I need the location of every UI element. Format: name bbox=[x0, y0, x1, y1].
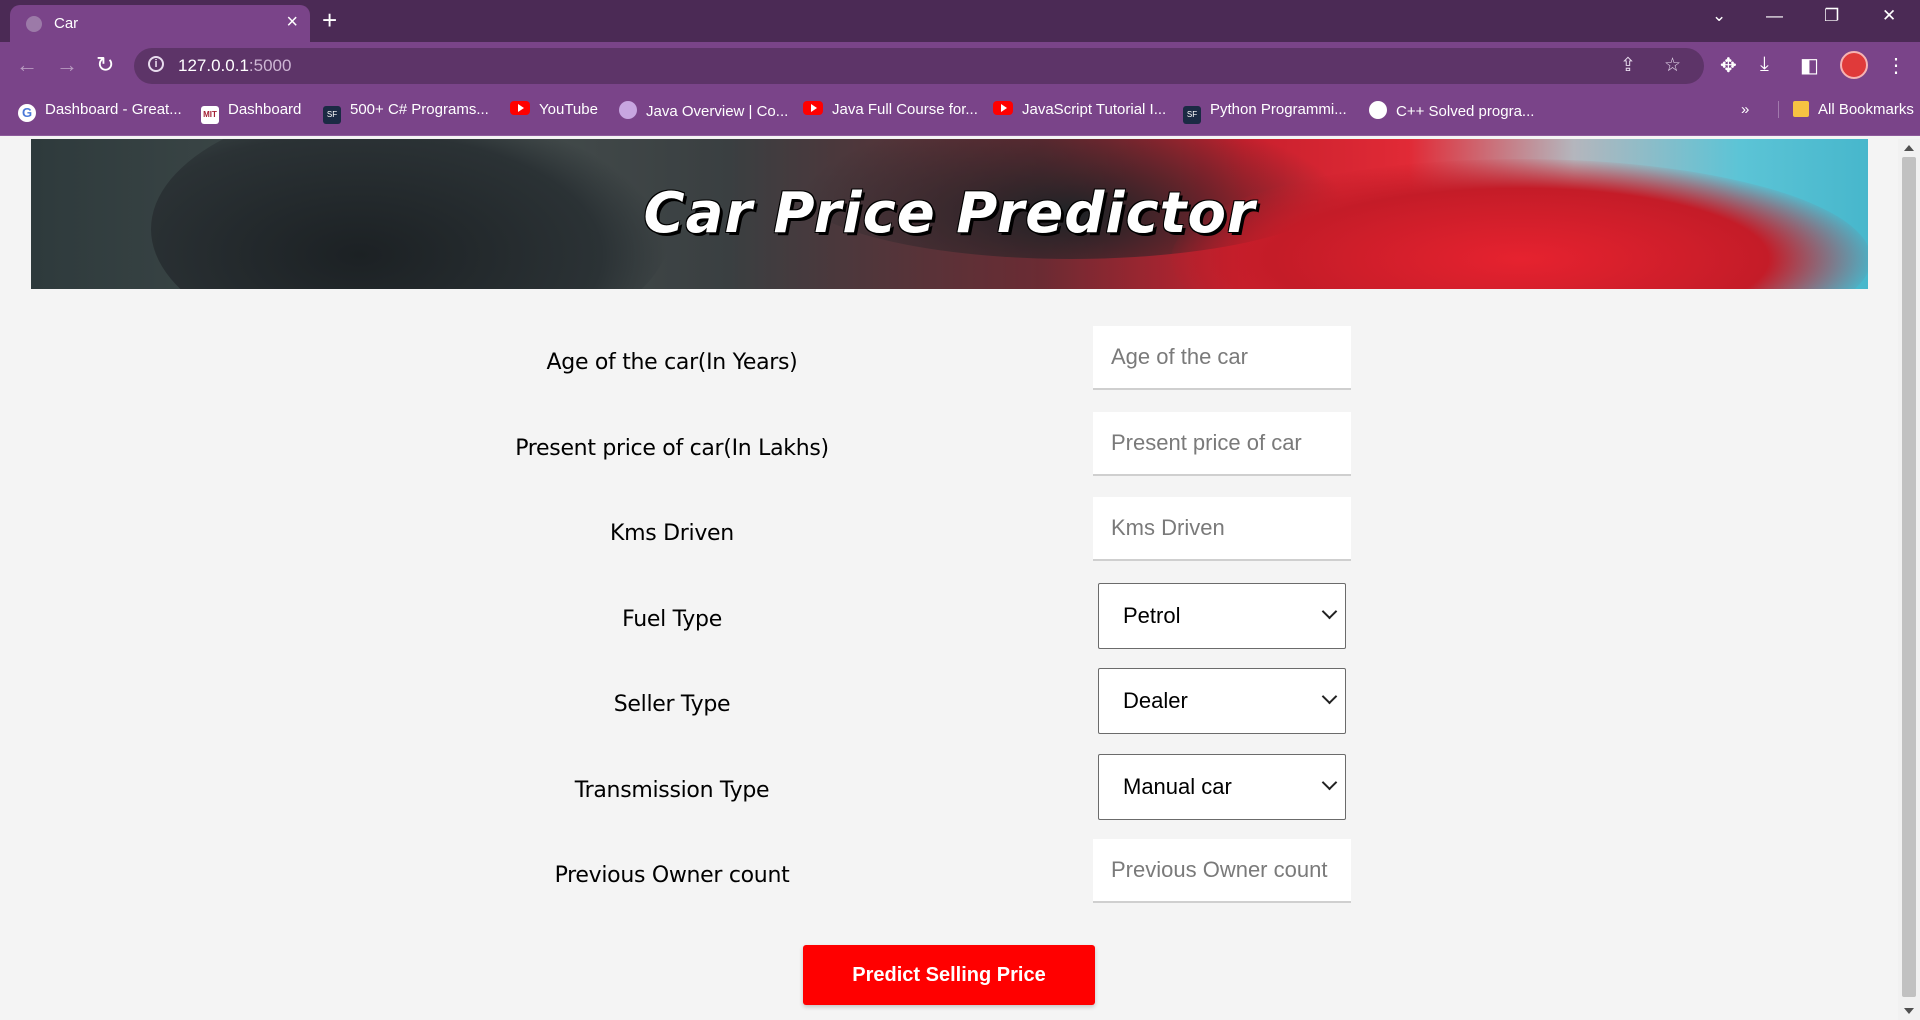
seller-type-value: Dealer bbox=[1123, 688, 1188, 713]
restore-icon[interactable]: ❐ bbox=[1824, 6, 1839, 26]
extensions-icon[interactable]: ✥ bbox=[1720, 53, 1737, 78]
bookmark-item[interactable]: YouTube bbox=[510, 101, 598, 118]
present-price-label: Present price of car(In Lakhs) bbox=[515, 436, 829, 461]
hero-banner: Car Price Predictor bbox=[31, 139, 1868, 289]
bookmark-star-icon[interactable]: ☆ bbox=[1664, 54, 1681, 77]
bookmark-item[interactable]: SF 500+ C# Programs... bbox=[323, 101, 489, 124]
bookmark-item[interactable]: Java Full Course for... bbox=[803, 101, 978, 118]
bookmark-item[interactable]: G Dashboard - Great... bbox=[18, 101, 182, 122]
seller-type-select[interactable]: Dealer bbox=[1098, 668, 1346, 734]
side-panel-icon[interactable]: ◧ bbox=[1800, 53, 1819, 78]
menu-icon[interactable]: ⋮ bbox=[1886, 53, 1906, 78]
chevron-down-icon bbox=[1321, 688, 1338, 705]
youtube-icon bbox=[993, 101, 1013, 115]
forward-icon[interactable]: → bbox=[56, 54, 78, 76]
browser-tab[interactable]: Car × bbox=[10, 5, 310, 42]
bookmark-item[interactable]: Java Overview | Co... bbox=[619, 101, 788, 120]
address-bar[interactable]: i 127.0.0.1:5000 ⇪ ☆ bbox=[134, 48, 1704, 84]
scroll-up-icon[interactable] bbox=[1904, 145, 1914, 151]
google-icon: G bbox=[18, 104, 36, 122]
predict-button[interactable]: Predict Selling Price bbox=[803, 945, 1095, 1005]
youtube-icon bbox=[510, 101, 530, 115]
minimize-icon[interactable]: — bbox=[1766, 6, 1783, 26]
tab-favicon-icon bbox=[26, 16, 42, 32]
new-tab-button[interactable]: + bbox=[322, 5, 337, 35]
transmission-type-label: Transmission Type bbox=[574, 778, 770, 803]
globe-icon bbox=[1369, 101, 1387, 119]
mit-icon: MIT bbox=[201, 106, 219, 124]
chevron-down-icon bbox=[1321, 603, 1338, 620]
bookmarks-bar: G Dashboard - Great... MIT Dashboard SF 500… bbox=[0, 90, 1920, 136]
age-input[interactable] bbox=[1093, 326, 1351, 390]
present-price-input[interactable] bbox=[1093, 412, 1351, 476]
kms-driven-label: Kms Driven bbox=[610, 521, 734, 546]
download-icon[interactable]: ⤓ bbox=[1760, 53, 1769, 76]
back-icon[interactable]: ← bbox=[16, 54, 38, 76]
bookmark-item[interactable]: JavaScript Tutorial I... bbox=[993, 101, 1166, 118]
site-info-icon[interactable]: i bbox=[148, 56, 164, 72]
sf-icon: SF bbox=[323, 106, 341, 124]
profile-avatar[interactable] bbox=[1840, 51, 1868, 79]
scrollbar-thumb[interactable] bbox=[1902, 157, 1916, 997]
browser-toolbar: ← → ↻ i 127.0.0.1:5000 ⇪ ☆ ✥ ⤓ ◧ ⋮ bbox=[0, 42, 1920, 90]
bookmarks-overflow-icon[interactable]: » bbox=[1741, 101, 1749, 118]
age-label: Age of the car(In Years) bbox=[546, 350, 798, 375]
bookmark-item[interactable]: SF Python Programmi... bbox=[1183, 101, 1347, 124]
transmission-type-value: Manual car bbox=[1123, 774, 1232, 799]
seller-type-label: Seller Type bbox=[613, 692, 731, 717]
reload-icon[interactable]: ↻ bbox=[96, 54, 114, 76]
chevron-down-icon bbox=[1321, 774, 1338, 791]
fuel-type-label: Fuel Type bbox=[622, 607, 722, 632]
tab-search-icon[interactable]: ⌄ bbox=[1712, 6, 1726, 26]
share-icon[interactable]: ⇪ bbox=[1620, 54, 1636, 77]
owner-count-input[interactable] bbox=[1093, 839, 1351, 903]
fuel-type-select[interactable]: Petrol bbox=[1098, 583, 1346, 649]
transmission-type-select[interactable]: Manual car bbox=[1098, 754, 1346, 820]
url-text[interactable]: 127.0.0.1:5000 bbox=[178, 56, 291, 76]
fuel-type-value: Petrol bbox=[1123, 603, 1181, 628]
kms-driven-input[interactable] bbox=[1093, 497, 1351, 561]
page-scrollbar[interactable] bbox=[1898, 139, 1920, 1020]
tab-close-icon[interactable]: × bbox=[286, 12, 298, 32]
youtube-icon bbox=[803, 101, 823, 115]
folder-icon bbox=[1793, 101, 1809, 117]
bookmark-item[interactable]: C++ Solved progra... bbox=[1369, 101, 1534, 120]
all-bookmarks[interactable]: All Bookmarks bbox=[1778, 101, 1914, 118]
profile-icon bbox=[619, 101, 637, 119]
scroll-down-icon[interactable] bbox=[1904, 1008, 1914, 1014]
close-window-icon[interactable]: ✕ bbox=[1882, 6, 1896, 26]
bookmark-item[interactable]: MIT Dashboard bbox=[201, 101, 301, 124]
tab-strip: Car × + ⌄ — ❐ ✕ bbox=[0, 0, 1920, 42]
owner-count-label: Previous Owner count bbox=[554, 863, 790, 888]
tab-title: Car bbox=[54, 15, 79, 32]
page-title: Car Price Predictor bbox=[643, 181, 1256, 246]
sf-icon: SF bbox=[1183, 106, 1201, 124]
